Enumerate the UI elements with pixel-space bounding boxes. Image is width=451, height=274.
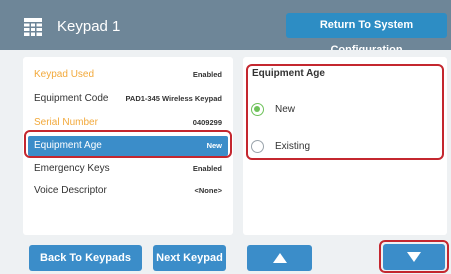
setting-value: Enabled [192,164,222,173]
triangle-up-icon [272,253,287,263]
scroll-up-button[interactable] [247,245,312,271]
highlight-equipment-age-row [24,130,232,158]
setting-row-keypad-used: Keypad Used Enabled [28,65,228,85]
setting-value: Enabled [192,70,222,79]
setting-row-emergency-keys[interactable]: Emergency Keys Enabled [28,159,228,179]
setting-row-equipment-code[interactable]: Equipment Code PAD1-345 Wireless Keypad [28,89,228,109]
setting-value: <None> [194,186,222,195]
setting-label: Emergency Keys [34,163,110,174]
return-to-system-configuration-button[interactable]: Return To System Configuration [286,13,447,56]
header-bar: Keypad 1 Return To System Configuration [0,0,451,56]
highlight-equipment-age-panel [246,64,444,160]
setting-label: Keypad Used [34,69,95,80]
setting-row-voice-descriptor[interactable]: Voice Descriptor <None> [28,181,228,201]
keypad-grid-icon [24,18,42,36]
next-keypad-button[interactable]: Next Keypad [153,245,226,271]
setting-value: PAD1-345 Wireless Keypad [125,94,222,103]
highlight-scroll-down-button [379,240,449,273]
back-to-keypads-button[interactable]: Back To Keypads [29,245,142,271]
setting-label: Equipment Code [34,93,109,104]
setting-label: Voice Descriptor [34,185,107,196]
page-title: Keypad 1 [57,18,121,35]
